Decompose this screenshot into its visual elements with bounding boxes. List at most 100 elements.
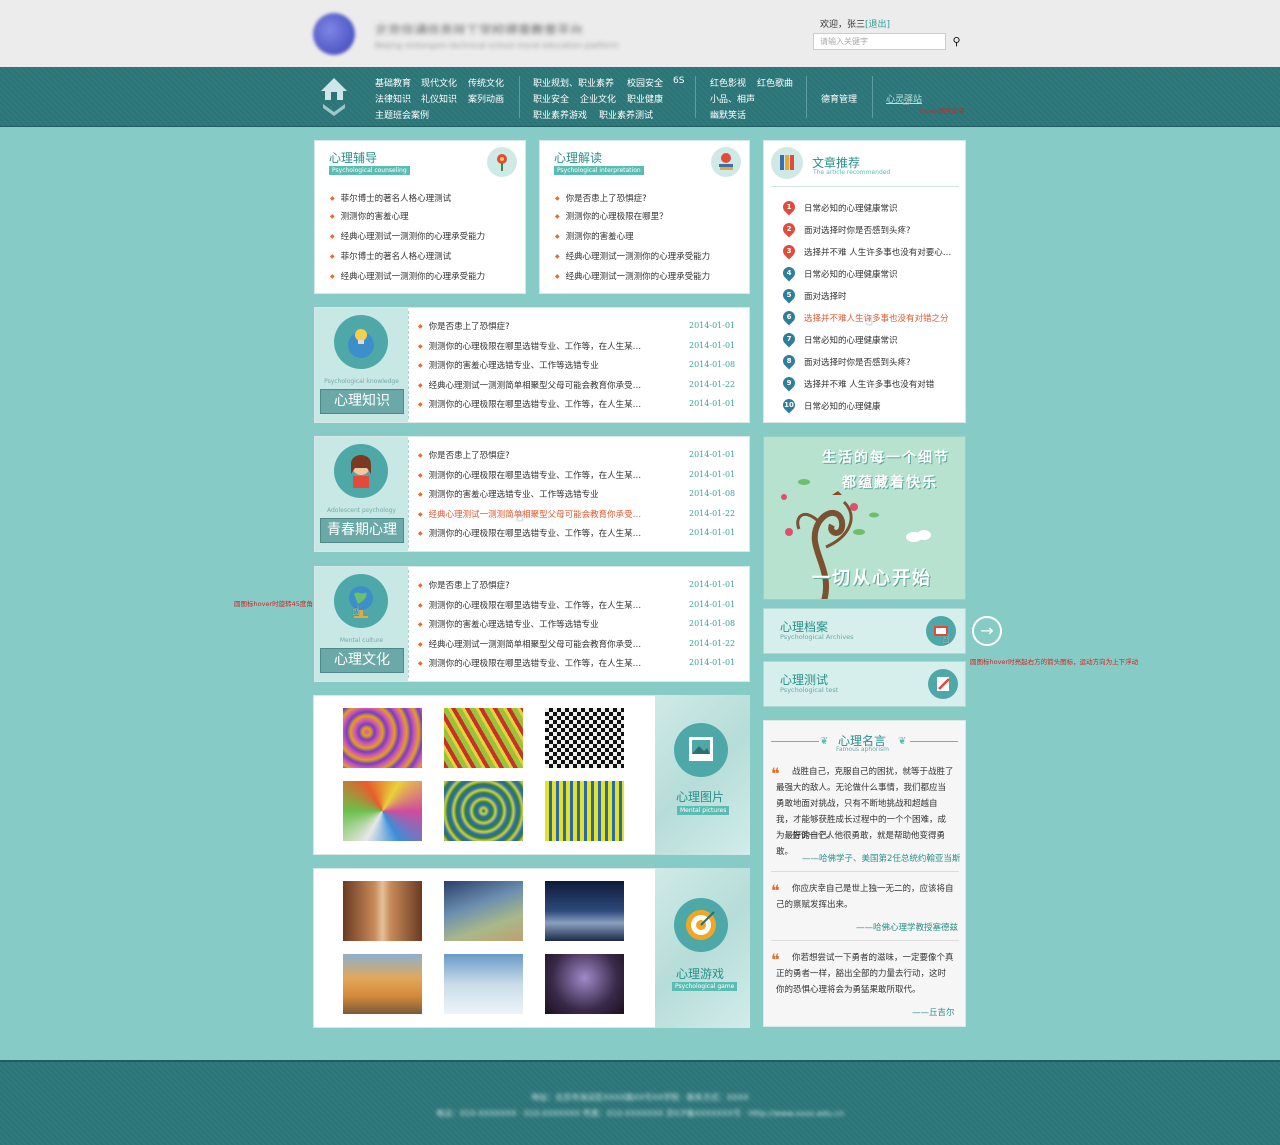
target-icon[interactable] — [674, 898, 728, 952]
footer-contact: 电话：010-XXXXXXX · 010-XXXXXXX 传真：010-XXXX… — [435, 1109, 845, 1118]
list-item[interactable]: 测测你的害羞心理选错专业、工作等选错专业 — [418, 488, 644, 500]
list-item[interactable]: 经典心理测试一测测你的心理承受能力 — [555, 270, 735, 282]
game-image[interactable] — [343, 881, 422, 941]
list-item[interactable]: 测测你的心理极限在哪里？ — [555, 210, 735, 222]
list-item[interactable]: 测测你的心理极限在哪里选错专业、工作等，在人生某… — [418, 340, 644, 352]
list-item[interactable]: 你是否患上了恐惧症? — [418, 449, 644, 461]
nav-link-group2[interactable]: 职业素养游戏 — [533, 108, 587, 121]
nav-link-group3[interactable]: 小品、相声 — [710, 92, 755, 105]
list-item[interactable]: 经典心理测试一测测简单相聚型父母可能会教育你承受… — [418, 638, 644, 650]
section-icon[interactable] — [334, 444, 388, 498]
list-item[interactable]: 测测你的心理极限在哪里选错专业、工作等，在人生某… — [418, 657, 644, 669]
home-icon[interactable] — [319, 76, 349, 118]
nav-link-group2[interactable]: 职业规划、职业素养 — [533, 76, 614, 89]
search-icon[interactable]: ⚲ — [948, 33, 965, 50]
list-item[interactable]: 你是否患上了恐惧症? — [418, 320, 644, 332]
nav-link-group1[interactable]: 案列动画 — [468, 92, 504, 105]
nav-link-group3[interactable]: 幽默笑话 — [710, 108, 746, 121]
section-title-button[interactable]: 心理知识 — [320, 389, 404, 414]
nav-link-group1[interactable]: 法律知识 — [375, 92, 411, 105]
books-icon[interactable] — [771, 147, 803, 179]
list-item[interactable]: 测测你的心理极限在哪里选错专业、工作等，在人生某… — [418, 599, 644, 611]
article-link[interactable]: 选择并不难人生许多事也没有对错之分 — [804, 312, 954, 324]
list-item[interactable]: 菲尔博士的著名人格心理测试 — [330, 250, 510, 262]
list-item[interactable]: 测测你的害羞心理 — [555, 230, 735, 242]
dashed-divider — [408, 570, 409, 678]
article-link[interactable]: 面对选择时 — [804, 290, 954, 302]
list-item[interactable]: 经典心理测试一测测你的心理承受能力 — [330, 230, 510, 242]
nav-link-group1[interactable]: 基础教育 — [375, 76, 411, 89]
article-link[interactable]: 选择并不难 人生许多事也没有对错 — [804, 378, 954, 390]
nav-link-group1[interactable]: 主题班会案例 — [375, 108, 429, 121]
list-item[interactable]: 你是否患上了恐惧症? — [555, 192, 735, 204]
article-link[interactable]: 面对选择时你是否感到头疼? — [804, 356, 954, 368]
pencil-icon[interactable] — [928, 669, 958, 699]
illusion-image[interactable] — [343, 708, 422, 768]
flower-icon[interactable] — [487, 147, 517, 177]
list-item[interactable]: 测测你的害羞心理 — [330, 210, 510, 222]
section-icon[interactable] — [334, 315, 388, 369]
article-link[interactable]: 日常必知的心理健康 — [804, 400, 954, 412]
date: 2014-01-22 — [689, 379, 736, 389]
game-image[interactable] — [545, 881, 624, 941]
nav-link-group3[interactable]: 红色影视 — [710, 76, 746, 89]
archive-icon[interactable] — [926, 616, 956, 646]
pictures-title[interactable]: 心理图片 — [676, 788, 724, 805]
nav-link-group2[interactable]: 企业文化 — [580, 92, 616, 105]
nav-link-group1[interactable]: 礼仪知识 — [421, 92, 457, 105]
article-link[interactable]: 选择并不难 人生许多事也没有对要心… — [804, 246, 954, 258]
illusion-image[interactable] — [444, 781, 523, 841]
nav-link-group2[interactable]: 6S — [673, 76, 684, 86]
section-icon[interactable] — [334, 574, 388, 628]
article-link[interactable]: 日常必知的心理健康常识 — [804, 334, 954, 346]
illusion-image[interactable] — [545, 781, 624, 841]
list-item[interactable]: 经典心理测试一测测简单相聚型父母可能会教育你承受… — [418, 379, 644, 391]
illusion-image[interactable] — [444, 708, 523, 768]
list-item[interactable]: 测测你的心理极限在哪里选错专业、工作等，在人生某… — [418, 469, 644, 481]
nav-link-group2[interactable]: 职业健康 — [627, 92, 663, 105]
list-item[interactable]: 经典心理测试一测测你的心理承受能力 — [330, 270, 510, 282]
illusion-image[interactable] — [545, 708, 624, 768]
article-link[interactable]: 日常必知的心理健康常识 — [804, 268, 954, 280]
section-title-button[interactable]: 心理文化 — [320, 648, 404, 673]
game-image[interactable] — [343, 954, 422, 1014]
section-title-button[interactable]: 青春期心理 — [320, 518, 404, 543]
list-item[interactable]: 测测你的心理极限在哪里选错专业、工作等，在人生某… — [418, 527, 644, 539]
interpretation-title[interactable]: 心理解读 — [554, 149, 602, 166]
list-item[interactable]: 你是否患上了恐惧症? — [418, 579, 644, 591]
games-title[interactable]: 心理游戏 — [676, 965, 724, 982]
nav-link-group1[interactable]: 现代文化 — [421, 76, 457, 89]
pictures-tag: Mental pictures — [677, 806, 730, 815]
list-item[interactable]: 测测你的害羞心理选错专业、工作等选错专业 — [418, 359, 644, 371]
picture-icon[interactable] — [674, 723, 728, 777]
list-item[interactable]: 菲尔博士的著名人格心理测试 — [330, 192, 510, 204]
slogan-banner[interactable]: 生活的每一个细节 都蕴藏着快乐 一切从心开始 — [763, 436, 966, 600]
nav-link-group2[interactable]: 职业素养测试 — [599, 108, 653, 121]
nav-link-group3[interactable]: 红色歌曲 — [757, 76, 793, 89]
rank-badge: 10 — [780, 396, 798, 414]
game-image[interactable] — [444, 954, 523, 1014]
list-item[interactable]: 经典心理测试一测测你的心理承受能力 — [555, 250, 735, 262]
counseling-tag: Psychological counseling — [329, 166, 410, 175]
nav-link-group2[interactable]: 职业安全 — [533, 92, 569, 105]
article-link[interactable]: 日常必知的心理健康常识 — [804, 202, 954, 214]
article-link[interactable]: 面对选择时你是否感到头疼? — [804, 224, 954, 236]
rank-badge: 5 — [780, 286, 798, 304]
game-image[interactable] — [444, 881, 523, 941]
list-item[interactable]: 测测你的害羞心理选错专业、工作等选错专业 — [418, 618, 644, 630]
game-image[interactable] — [545, 954, 624, 1014]
date: 2014-01-01 — [689, 399, 736, 408]
nav-link-group1[interactable]: 传统文化 — [468, 76, 504, 89]
counseling-title[interactable]: 心理辅导 — [329, 149, 377, 166]
apple-books-icon[interactable] — [711, 147, 741, 177]
logout-link[interactable]: [退出] — [865, 20, 890, 30]
list-item[interactable]: 经典心理测试一测测简单相聚型父母可能会教育你承受… — [418, 508, 644, 520]
nav-link-group4[interactable]: 德育管理 — [821, 92, 857, 105]
nav-link-group2[interactable]: 校园安全 — [627, 76, 663, 89]
arrow-right-icon[interactable]: → — [972, 616, 1002, 646]
search-input[interactable]: 请输入关键字 — [813, 33, 946, 50]
rank-badge: 7 — [780, 330, 798, 348]
list-item[interactable]: 测测你的心理极限在哪里选错专业、工作等，在人生某… — [418, 398, 644, 410]
illusion-image[interactable] — [343, 781, 422, 841]
school-logo[interactable] — [313, 13, 355, 55]
